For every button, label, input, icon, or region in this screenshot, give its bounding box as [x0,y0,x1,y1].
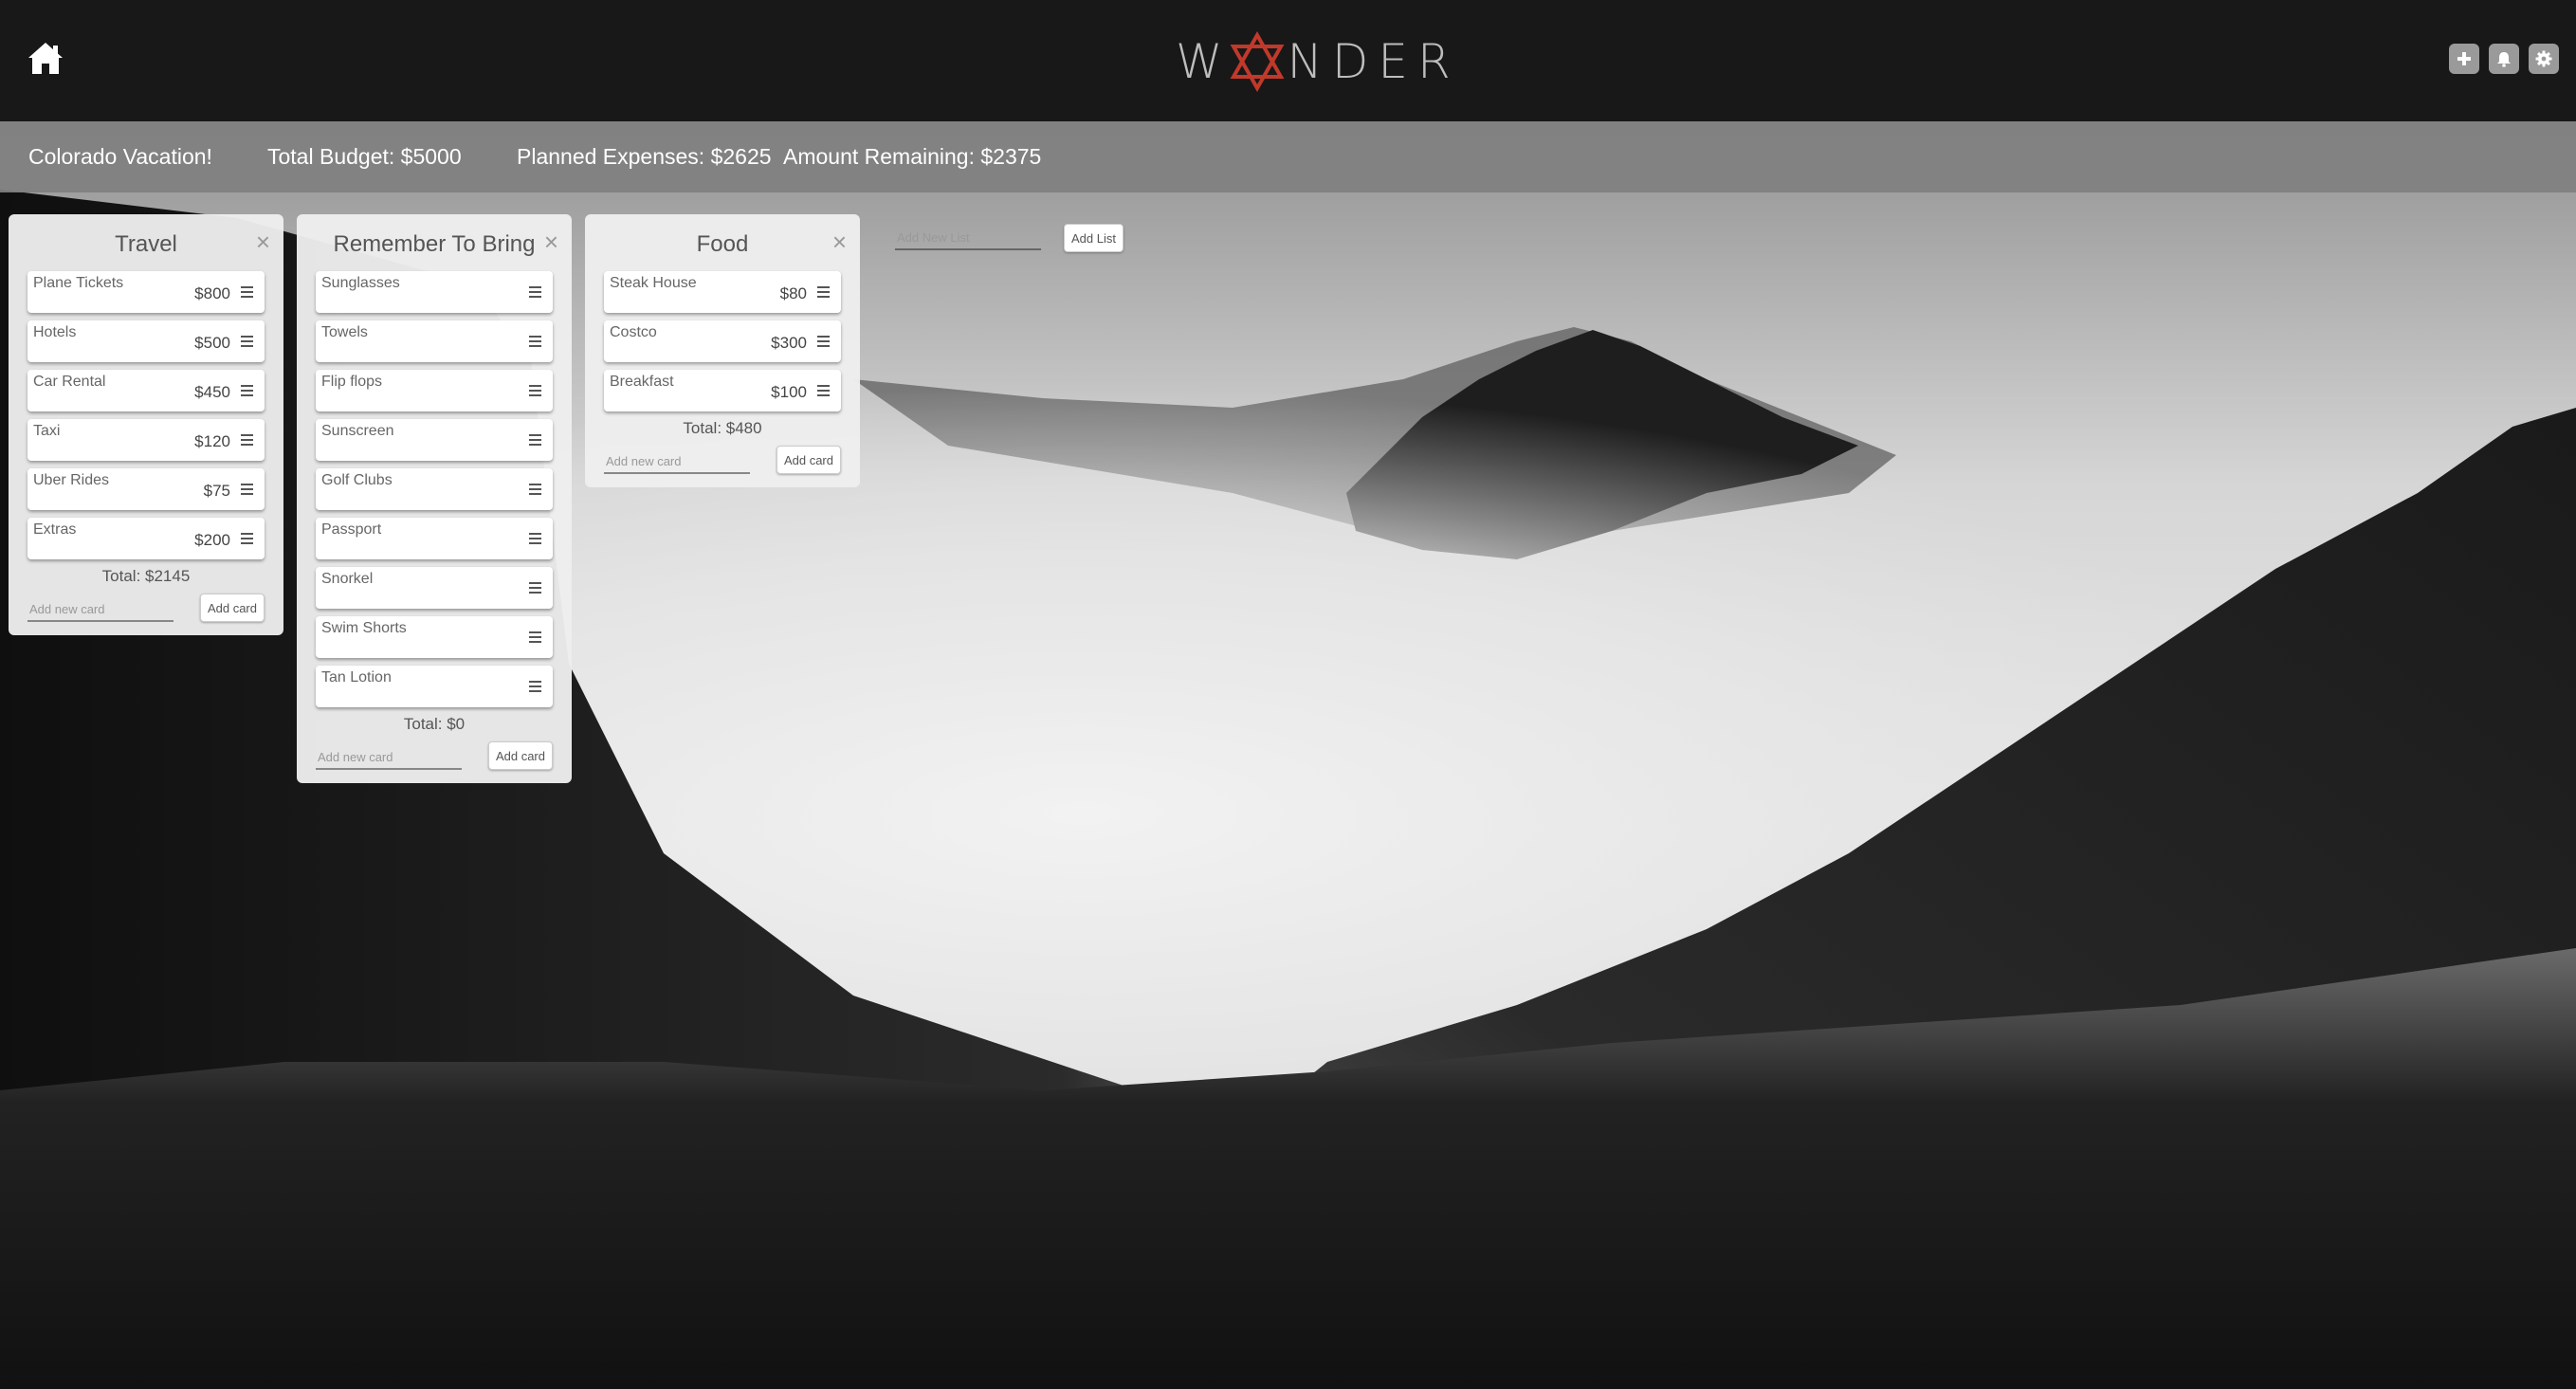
card-name: Car Rental [33,374,106,390]
card[interactable]: Tan Lotion [316,666,553,707]
add-list-input[interactable] [895,226,1041,250]
card-price: $100 [771,383,807,401]
card-name: Towels [321,324,368,340]
menu-icon[interactable] [529,434,541,446]
add-card-button[interactable]: Add card [776,446,841,474]
card-price: $500 [194,334,230,352]
card-price: $120 [194,432,230,450]
list-travel: Travel × Plane Tickets $800 Hotels $500 Ca… [9,214,283,635]
card-name: Flip flops [321,374,383,390]
add-card-button[interactable]: Add card [199,594,265,622]
list-total: Total: $2145 [101,567,191,585]
card-price: $75 [203,482,230,500]
planned-expenses: Planned Expenses: $2625 [517,144,772,169]
star-of-david-icon [1231,31,1285,92]
menu-icon[interactable] [817,286,830,298]
trip-name: Colorado Vacation! [28,144,212,169]
card-price: $450 [194,383,230,401]
card[interactable]: Costco $300 [604,320,841,362]
menu-icon[interactable] [529,385,541,396]
card-price: $800 [194,284,230,302]
menu-icon[interactable] [529,533,541,544]
close-icon[interactable]: × [256,229,270,254]
nav-actions [2449,44,2559,74]
card-name: Swim Shorts [321,620,407,636]
menu-icon[interactable] [241,434,253,446]
list-total: Total: $0 [403,715,466,733]
card-name: Passport [321,521,382,538]
menu-icon[interactable] [529,681,541,692]
card[interactable]: Flip flops [316,370,553,411]
menu-icon[interactable] [241,484,253,495]
menu-icon[interactable] [241,533,253,544]
card[interactable]: Snorkel [316,567,553,609]
add-card-input[interactable] [316,745,462,770]
card-price: $80 [779,284,807,302]
gear-icon[interactable] [2529,44,2559,74]
menu-icon[interactable] [241,385,253,396]
card-name: Plane Tickets [33,275,124,291]
card[interactable]: Sunglasses [316,271,553,313]
close-icon[interactable]: × [832,229,847,254]
close-icon[interactable]: × [544,229,558,254]
add-card-input[interactable] [604,449,750,474]
card-name: Taxi [33,423,61,439]
menu-icon[interactable] [529,582,541,594]
add-card-input[interactable] [27,597,174,622]
card-name: Steak House [610,275,697,291]
menu-icon[interactable] [241,286,253,298]
list-title: Travel [115,231,177,257]
list-remember-to-bring: Remember To Bring × Sunglasses Towels Fl… [297,214,572,783]
plus-icon[interactable] [2449,44,2479,74]
add-list-form: Add List [895,220,1132,258]
card-name: Snorkel [321,571,374,587]
card[interactable]: Car Rental $450 [27,370,265,411]
card-name: Extras [33,521,77,538]
card-name: Uber Rides [33,472,110,488]
add-list-button[interactable]: Add List [1064,224,1124,252]
card[interactable]: Extras $200 [27,518,265,559]
card-name: Breakfast [610,374,674,390]
menu-icon[interactable] [529,631,541,643]
card[interactable]: Breakfast $100 [604,370,841,411]
list-title: Remember To Bring [333,231,536,257]
card[interactable]: Swim Shorts [316,616,553,658]
top-navbar: W NDER [0,0,2576,121]
logo-text-left: W [1176,34,1233,89]
home-icon[interactable] [27,40,64,78]
menu-icon[interactable] [241,336,253,347]
card-name: Sunscreen [321,423,394,439]
card-price: $200 [194,531,230,549]
card[interactable]: Sunscreen [316,419,553,461]
card-price: $300 [771,334,807,352]
logo-text-right: NDER [1287,34,1460,89]
list-food: Food × Steak House $80 Costco $300 Breakfa… [585,214,860,487]
list-title: Food [696,231,749,257]
list-total: Total: $480 [683,419,762,437]
card-name: Sunglasses [321,275,400,291]
card[interactable]: Golf Clubs [316,468,553,510]
card[interactable]: Plane Tickets $800 [27,271,265,313]
menu-icon[interactable] [817,336,830,347]
card-name: Tan Lotion [321,669,392,685]
menu-icon[interactable] [817,385,830,396]
total-budget: Total Budget: $5000 [267,144,462,169]
add-card-button[interactable]: Add card [487,741,553,770]
card[interactable]: Steak House $80 [604,271,841,313]
card[interactable]: Uber Rides $75 [27,468,265,510]
menu-icon[interactable] [529,286,541,298]
card[interactable]: Towels [316,320,553,362]
card-name: Costco [610,324,657,340]
card-name: Golf Clubs [321,472,393,488]
amount-remaining: Amount Remaining: $2375 [783,144,1042,169]
menu-icon[interactable] [529,484,541,495]
menu-icon[interactable] [529,336,541,347]
budget-bar: Colorado Vacation! Total Budget: $5000 P… [0,121,2576,192]
app-logo: W NDER [1176,28,1460,95]
bell-icon[interactable] [2489,44,2519,74]
card[interactable]: Taxi $120 [27,419,265,461]
card[interactable]: Passport [316,518,553,559]
card[interactable]: Hotels $500 [27,320,265,362]
card-name: Hotels [33,324,77,340]
